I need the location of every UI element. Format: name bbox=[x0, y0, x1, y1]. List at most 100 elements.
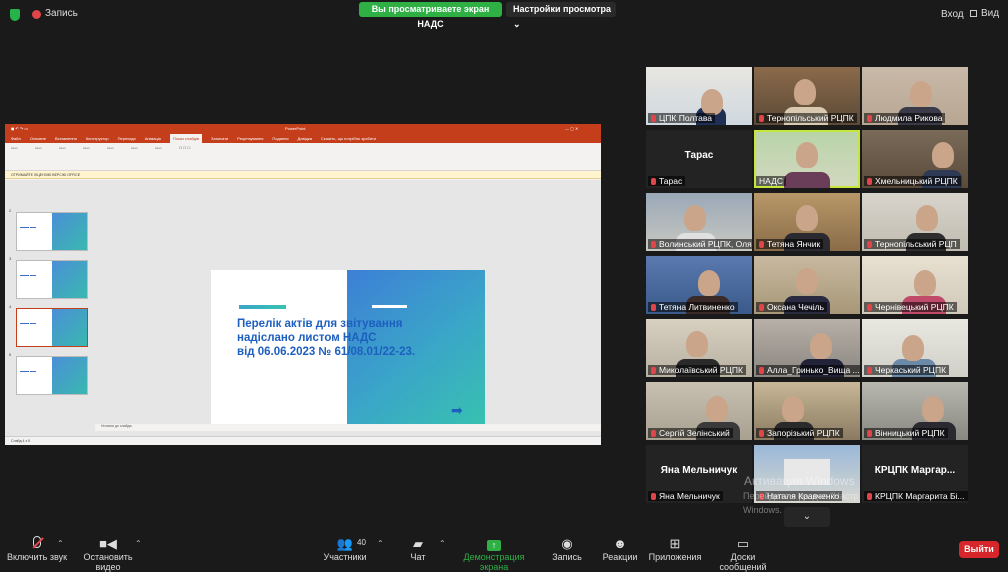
ribbon-tab[interactable]: Рецензування bbox=[237, 134, 263, 143]
participant-name: Волинський РЦПК, Оля... bbox=[648, 239, 752, 249]
participant-tile[interactable]: Людмила Рикова bbox=[862, 67, 968, 125]
ribbon-tab[interactable]: Конструктор bbox=[86, 134, 109, 143]
grid-icon bbox=[970, 10, 977, 17]
record-icon: ◉ bbox=[561, 536, 573, 551]
view-button[interactable]: Вид bbox=[970, 8, 999, 19]
audio-options-caret-icon[interactable]: ⌃ bbox=[57, 539, 64, 548]
license-notice-bar: ОТРИМАЙТЕ ЛІЦЕНЗІЮ ВЕРСІЮ OFFICE bbox=[5, 171, 601, 179]
apps-button[interactable]: ⊞ Приложения bbox=[648, 536, 702, 562]
muted-mic-icon bbox=[759, 241, 764, 248]
slide-number: 5 bbox=[9, 352, 12, 357]
participant-tile[interactable]: Тетяна Литвиненко bbox=[646, 256, 752, 314]
tell-me-box[interactable]: Скажіть, що потрібно зробити bbox=[321, 134, 376, 143]
slide-thumbnail[interactable]: ▬▬▬ ▬▬ bbox=[16, 260, 88, 299]
chat-icon: ▰ bbox=[413, 536, 423, 551]
participant-tile[interactable]: Сергій Зелінський bbox=[646, 382, 752, 440]
participant-tile-active-speaker[interactable]: НАДС bbox=[754, 130, 860, 188]
gallery-scroll-down-button[interactable]: ⌄ bbox=[784, 507, 830, 527]
slide-title-line: надіслано листом НАДС bbox=[237, 332, 377, 344]
record-button[interactable]: ◉ Запись bbox=[548, 536, 586, 562]
slide-thumbnail[interactable]: ▬▬▬ ▬▬ bbox=[16, 356, 88, 395]
ribbon-tab[interactable]: Файл bbox=[11, 134, 21, 143]
status-bar: Слайд 4 з 5 bbox=[5, 436, 601, 445]
participant-tile[interactable]: Тарас Тарас bbox=[646, 130, 752, 188]
ribbon-button[interactable]: ▭▭ bbox=[35, 146, 53, 167]
whiteboards-label: Доски сообщений bbox=[719, 552, 767, 572]
ribbon-tab[interactable]: Подання bbox=[272, 134, 288, 143]
chat-button[interactable]: ▰ Чат bbox=[402, 536, 434, 562]
ribbon-button[interactable]: ▭▭ bbox=[155, 146, 173, 167]
participant-name: ЦПК Полтава bbox=[648, 113, 715, 123]
slide-accent-bar bbox=[239, 305, 286, 309]
apps-icon: ⊞ bbox=[669, 536, 681, 551]
participant-tile[interactable]: Чернівецький РЦПК bbox=[862, 256, 968, 314]
ribbon-button[interactable]: ▭▭ bbox=[59, 146, 77, 167]
participant-name: Чернівецький РЦПК bbox=[864, 302, 957, 312]
ribbon-tab-active[interactable]: Показ слайдів bbox=[169, 134, 203, 143]
windows-activation-watermark: Активация Windows bbox=[744, 474, 855, 488]
ribbon-tab[interactable]: Записати bbox=[211, 134, 228, 143]
window-controls-icon: ◼ ↶ ↷ ▭ bbox=[11, 126, 29, 131]
participant-tile[interactable]: Хмельницький РЦПК bbox=[862, 130, 968, 188]
ribbon-button[interactable]: ▭▭ bbox=[83, 146, 101, 167]
muted-mic-icon bbox=[867, 493, 872, 500]
slide-title: Перелік актів для звітування надіслано л… bbox=[237, 317, 477, 359]
muted-mic-icon bbox=[867, 178, 872, 185]
video-options-caret-icon[interactable]: ⌃ bbox=[135, 539, 142, 548]
leave-meeting-button[interactable]: Выйти bbox=[959, 541, 999, 558]
participant-tile[interactable]: Оксана Чечіль bbox=[754, 256, 860, 314]
muted-mic-icon bbox=[651, 367, 656, 374]
slide-accent-bar bbox=[372, 305, 407, 308]
ribbon-tab[interactable]: Вставлення bbox=[55, 134, 77, 143]
participant-tile[interactable]: Черкаський РЦПК bbox=[862, 319, 968, 377]
ribbon-button[interactable]: ▭▭ bbox=[11, 146, 29, 167]
participant-tile[interactable]: Тернопільський РЦПК bbox=[754, 67, 860, 125]
share-screen-button[interactable]: ↑ Демонстрация экрана bbox=[451, 536, 537, 572]
shared-screen[interactable]: ◼ ↶ ↷ ▭ PowerPoint — ▢ ✕ Файл Основне Вс… bbox=[5, 124, 601, 445]
slide-thumbnail[interactable]: ▬▬▬ ▬▬ bbox=[16, 212, 88, 251]
current-slide[interactable]: Перелік актів для звітування надіслано л… bbox=[211, 270, 485, 425]
security-shield-icon[interactable] bbox=[10, 9, 20, 21]
participant-tile[interactable]: Запорізький РЦПК bbox=[754, 382, 860, 440]
participant-tile[interactable]: Алла_Гринько_Вища ... bbox=[754, 319, 860, 377]
ribbon-tab[interactable]: Основне bbox=[30, 134, 46, 143]
meeting-top-bar: Запись Вы просматриваете экран НАДС Наст… bbox=[0, 0, 1008, 30]
notes-pane[interactable]: Нотатки до слайда bbox=[95, 424, 601, 431]
muted-mic-icon bbox=[867, 367, 872, 374]
whiteboard-icon: ▭ bbox=[736, 536, 750, 551]
participant-tile[interactable]: Тетяна Янчик bbox=[754, 193, 860, 251]
ribbon-button[interactable]: ▭▭ bbox=[131, 146, 149, 167]
muted-mic-icon bbox=[759, 115, 764, 122]
ribbon-tab[interactable]: Довідка bbox=[298, 134, 312, 143]
participant-tile[interactable]: Вінницький РЦПК bbox=[862, 382, 968, 440]
slide-number: 2 bbox=[9, 208, 12, 213]
participant-tile[interactable]: ЦПК Полтава bbox=[646, 67, 752, 125]
video-button[interactable]: ■◀ Остановить видео bbox=[72, 536, 144, 572]
muted-mic-icon bbox=[651, 304, 656, 311]
participant-tile[interactable]: Волинський РЦПК, Оля... bbox=[646, 193, 752, 251]
ribbon-button[interactable]: ☐ ☐ ☐ bbox=[179, 146, 197, 167]
participants-count: 40 bbox=[357, 538, 366, 547]
slide-number: 4 bbox=[9, 304, 12, 309]
chat-options-caret-icon[interactable]: ⌃ bbox=[439, 539, 446, 548]
reactions-button[interactable]: ☻ Реакции bbox=[600, 536, 640, 562]
muted-mic-icon bbox=[867, 241, 872, 248]
participant-name: Сергій Зелінський bbox=[648, 428, 733, 438]
login-button[interactable]: Вход bbox=[941, 9, 964, 20]
ribbon-tab[interactable]: Переходи bbox=[118, 134, 136, 143]
view-options-button[interactable]: Настройки просмотра ⌄ bbox=[506, 2, 616, 29]
whiteboards-button[interactable]: ▭ Доски сообщений bbox=[707, 536, 779, 572]
share-screen-label: Демонстрация экрана bbox=[463, 552, 525, 572]
record-label: Запись bbox=[552, 552, 582, 562]
participant-tile[interactable]: КРЦПК Маргар... КРЦПК Маргарита Бі... bbox=[862, 445, 968, 503]
participants-options-caret-icon[interactable]: ⌃ bbox=[377, 539, 384, 548]
share-screen-icon: ↑ bbox=[487, 540, 501, 551]
participant-tile[interactable]: Тернопільський РЦП bbox=[862, 193, 968, 251]
participant-tile[interactable]: Миколаївський РЦПК bbox=[646, 319, 752, 377]
chat-label: Чат bbox=[410, 552, 426, 562]
ribbon-button[interactable]: ▭▭ bbox=[107, 146, 125, 167]
ribbon-tab[interactable]: Анімація bbox=[145, 134, 161, 143]
view-label: Вид bbox=[981, 8, 1000, 19]
participant-tile[interactable]: Яна Мельничук Яна Мельничук bbox=[646, 445, 752, 503]
slide-thumbnail-selected[interactable]: ▬▬▬ ▬▬ bbox=[16, 308, 88, 347]
